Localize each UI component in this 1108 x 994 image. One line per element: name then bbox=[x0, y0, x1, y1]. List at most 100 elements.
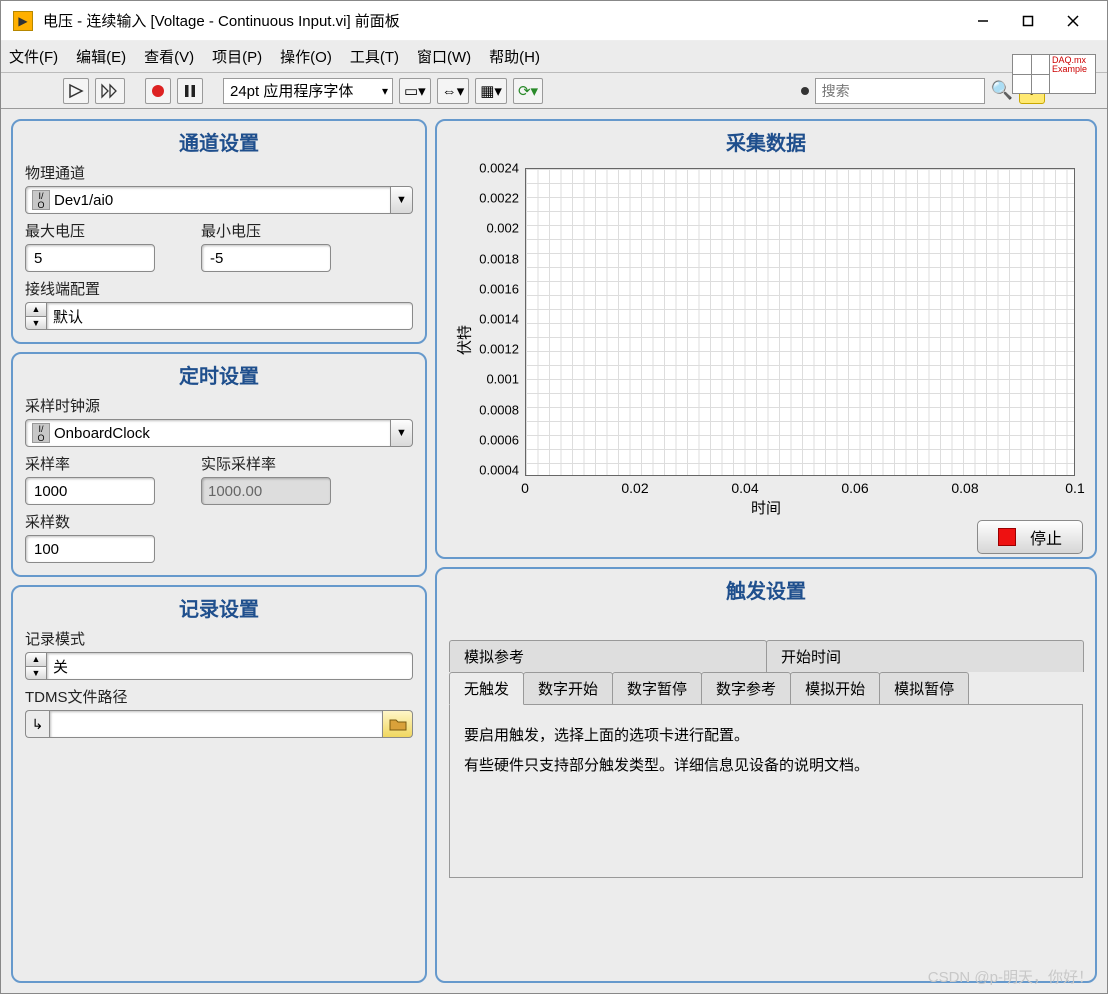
physical-channel-dropdown[interactable]: ▼ bbox=[391, 186, 413, 214]
tab-trigger-2[interactable]: 数字暂停 bbox=[612, 672, 702, 704]
actual-rate-label: 实际采样率 bbox=[201, 453, 351, 474]
run-button[interactable] bbox=[63, 78, 89, 104]
io-clock-icon: I/O bbox=[32, 423, 50, 443]
search-scope-icon[interactable] bbox=[801, 87, 809, 95]
channel-settings-group: 通道设置 物理通道 I/O Dev1/ai0 ▼ 最大电压 最小电压 bbox=[11, 119, 427, 344]
pause-button[interactable] bbox=[177, 78, 203, 104]
chart-plot-area[interactable] bbox=[525, 168, 1075, 476]
logging-settings-group: 记录设置 记录模式 ▲▼ 关 TDMS文件路径 ↳ bbox=[11, 585, 427, 983]
tab-start-time[interactable]: 开始时间 bbox=[766, 640, 1084, 672]
terminal-config-spinner[interactable]: ▲▼ bbox=[25, 302, 47, 330]
menu-operate[interactable]: 操作(O) bbox=[280, 46, 332, 67]
daqmx-example-icon: DAQ.mxExample bbox=[1012, 54, 1096, 94]
acquired-data-title: 采集数据 bbox=[449, 127, 1083, 156]
chart-xtick: 0.1 bbox=[1065, 480, 1084, 496]
physical-channel-input[interactable]: I/O Dev1/ai0 bbox=[25, 186, 391, 214]
font-selector[interactable]: 24pt 应用程序字体 bbox=[223, 78, 393, 104]
menu-tools[interactable]: 工具(T) bbox=[350, 46, 399, 67]
toolbar: 24pt 应用程序字体 ▭▾ ⇔▾ ▦▾ ⟳▾ 🔍 ? bbox=[1, 73, 1107, 109]
menu-help[interactable]: 帮助(H) bbox=[489, 46, 540, 67]
chart-xtick: 0.04 bbox=[731, 480, 758, 496]
tab-trigger-5[interactable]: 模拟暂停 bbox=[879, 672, 969, 704]
tab-trigger-1[interactable]: 数字开始 bbox=[523, 672, 613, 704]
chart-ytick: 0.0014 bbox=[479, 312, 519, 327]
menu-edit[interactable]: 编辑(E) bbox=[76, 46, 126, 67]
minimize-button[interactable] bbox=[960, 6, 1005, 36]
chart-ylabel: 伏特 bbox=[454, 325, 475, 355]
trigger-tab-body: 要启用触发，选择上面的选项卡进行配置。 有些硬件只支持部分触发类型。详细信息见设… bbox=[449, 704, 1083, 878]
titlebar: ▶ 电压 - 连续输入 [Voltage - Continuous Input.… bbox=[1, 1, 1107, 41]
chart-ytick: 0.0012 bbox=[479, 342, 519, 357]
chart-ytick: 0.0018 bbox=[479, 251, 519, 266]
sample-rate-label: 采样率 bbox=[25, 453, 175, 474]
min-voltage-input[interactable] bbox=[201, 244, 331, 272]
trigger-settings-title: 触发设置 bbox=[449, 575, 1083, 604]
search-input[interactable] bbox=[815, 78, 985, 104]
chart-xtick: 0.06 bbox=[841, 480, 868, 496]
menu-view[interactable]: 查看(V) bbox=[144, 46, 194, 67]
tdms-path-input[interactable] bbox=[49, 710, 383, 738]
samples-label: 采样数 bbox=[25, 511, 413, 532]
chart-xtick: 0 bbox=[521, 480, 529, 496]
timing-settings-group: 定时设置 采样时钟源 I/O OnboardClock ▼ 采样率 实际采样率 bbox=[11, 352, 427, 577]
trigger-info-line1: 要启用触发，选择上面的选项卡进行配置。 bbox=[464, 721, 1068, 751]
chart-ytick: 0.002 bbox=[486, 221, 519, 236]
chart-ytick: 0.0008 bbox=[479, 402, 519, 417]
logging-settings-title: 记录设置 bbox=[25, 593, 413, 622]
labview-front-panel-window: ▶ 电压 - 连续输入 [Voltage - Continuous Input.… bbox=[0, 0, 1108, 994]
path-icon: ↳ bbox=[25, 710, 49, 738]
trigger-tabs: 模拟参考 开始时间 无触发数字开始数字暂停数字参考模拟开始模拟暂停 要启用触发，… bbox=[449, 640, 1083, 878]
tab-trigger-3[interactable]: 数字参考 bbox=[701, 672, 791, 704]
chart-ytick: 0.0004 bbox=[479, 463, 519, 478]
max-voltage-label: 最大电压 bbox=[25, 220, 175, 241]
resize-objects-button[interactable]: ▦▾ bbox=[475, 78, 507, 104]
trigger-info-line2: 有些硬件只支持部分触发类型。详细信息见设备的说明文档。 bbox=[464, 751, 1068, 781]
csdn-watermark: CSDN @p-明天，你好！ bbox=[928, 966, 1093, 987]
tab-analog-reference[interactable]: 模拟参考 bbox=[449, 640, 767, 672]
acquired-data-group: 采集数据 伏特 0.00040.00060.00080.0010.00120.0… bbox=[435, 119, 1097, 559]
reorder-button[interactable]: ⟳▾ bbox=[513, 78, 543, 104]
stop-button[interactable]: 停止 bbox=[977, 520, 1083, 554]
chart-xlabel: 时间 bbox=[751, 497, 781, 518]
min-voltage-label: 最小电压 bbox=[201, 220, 351, 241]
close-button[interactable] bbox=[1050, 6, 1095, 36]
run-continuous-button[interactable] bbox=[95, 78, 125, 104]
browse-path-button[interactable] bbox=[383, 710, 413, 738]
chart-ytick: 0.0016 bbox=[479, 281, 519, 296]
physical-channel-label: 物理通道 bbox=[25, 162, 413, 183]
channel-settings-title: 通道设置 bbox=[25, 127, 413, 156]
chart-xtick: 0.02 bbox=[621, 480, 648, 496]
distribute-objects-button[interactable]: ⇔▾ bbox=[437, 78, 470, 104]
menu-file[interactable]: 文件(F) bbox=[9, 46, 58, 67]
front-panel-workspace: 通道设置 物理通道 I/O Dev1/ai0 ▼ 最大电压 最小电压 bbox=[1, 109, 1107, 993]
sample-rate-input[interactable] bbox=[25, 477, 155, 505]
menu-window[interactable]: 窗口(W) bbox=[417, 46, 471, 67]
waveform-chart[interactable]: 伏特 0.00040.00060.00080.0010.00120.00140.… bbox=[449, 162, 1083, 518]
sample-clock-label: 采样时钟源 bbox=[25, 395, 413, 416]
chart-ytick: 0.0024 bbox=[479, 161, 519, 176]
log-mode-spinner[interactable]: ▲▼ bbox=[25, 652, 47, 680]
labview-app-icon: ▶ bbox=[13, 11, 33, 31]
window-title: 电压 - 连续输入 [Voltage - Continuous Input.vi… bbox=[43, 10, 960, 31]
align-objects-button[interactable]: ▭▾ bbox=[399, 78, 431, 104]
abort-button[interactable] bbox=[145, 78, 171, 104]
max-voltage-input[interactable] bbox=[25, 244, 155, 272]
log-mode-input[interactable]: 关 bbox=[47, 652, 413, 680]
terminal-config-label: 接线端配置 bbox=[25, 278, 413, 299]
chart-ytick: 0.0022 bbox=[479, 191, 519, 206]
sample-clock-dropdown[interactable]: ▼ bbox=[391, 419, 413, 447]
log-mode-label: 记录模式 bbox=[25, 628, 413, 649]
timing-settings-title: 定时设置 bbox=[25, 360, 413, 389]
maximize-button[interactable] bbox=[1005, 6, 1050, 36]
sample-clock-input[interactable]: I/O OnboardClock bbox=[25, 419, 391, 447]
actual-rate-readout: 1000.00 bbox=[201, 477, 331, 505]
tab-trigger-0[interactable]: 无触发 bbox=[449, 672, 524, 705]
search-icon[interactable]: 🔍 bbox=[991, 80, 1013, 101]
samples-input[interactable] bbox=[25, 535, 155, 563]
trigger-settings-group: 触发设置 模拟参考 开始时间 无触发数字开始数字暂停数字参考模拟开始模拟暂停 要… bbox=[435, 567, 1097, 983]
tab-trigger-4[interactable]: 模拟开始 bbox=[790, 672, 880, 704]
menu-project[interactable]: 项目(P) bbox=[212, 46, 262, 67]
terminal-config-input[interactable]: 默认 bbox=[47, 302, 413, 330]
menubar: 文件(F) 编辑(E) 查看(V) 项目(P) 操作(O) 工具(T) 窗口(W… bbox=[1, 41, 1107, 73]
chart-ytick: 0.0006 bbox=[479, 432, 519, 447]
